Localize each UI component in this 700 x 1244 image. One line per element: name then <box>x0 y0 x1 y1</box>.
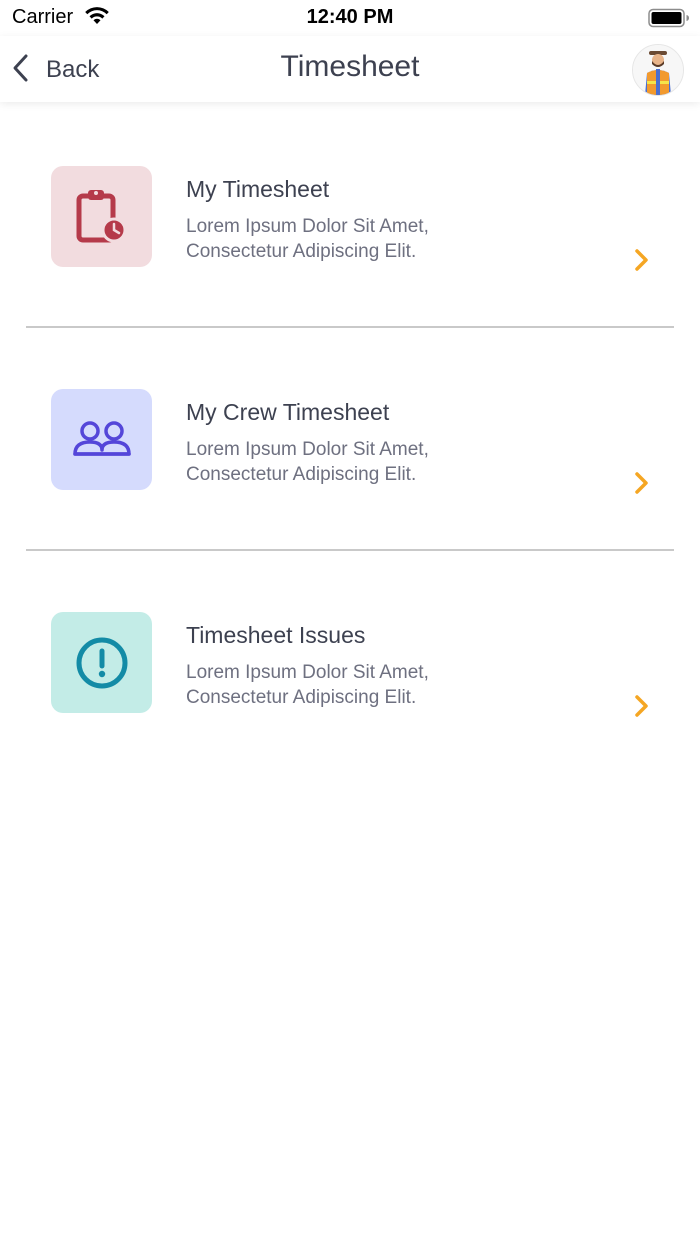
page-title: Timesheet <box>280 50 420 83</box>
clipboard-clock-icon <box>76 189 126 242</box>
menu-item-timesheet-issues[interactable]: Timesheet Issues Lorem Ipsum Dolor Sit A… <box>26 612 674 772</box>
menu-item-my-crew-timesheet[interactable]: My Crew Timesheet Lorem Ipsum Dolor Sit … <box>26 389 674 549</box>
clock: 12:40 PM <box>306 6 394 28</box>
back-button[interactable]: Back <box>10 50 99 90</box>
my-crew-timesheet-tile <box>51 389 152 490</box>
menu-item-title: Timesheet Issues <box>186 622 366 648</box>
exclamation-circle-icon <box>76 637 127 688</box>
chevron-left-icon <box>10 53 32 88</box>
menu-item-description: Lorem Ipsum Dolor Sit Amet, Consectetur … <box>186 216 429 262</box>
my-timesheet-tile <box>51 166 152 267</box>
chevron-right-icon <box>632 692 652 725</box>
battery-icon <box>648 8 690 33</box>
chevron-right-icon <box>632 246 652 279</box>
menu-item-description: Lorem Ipsum Dolor Sit Amet, Consectetur … <box>186 662 429 708</box>
avatar[interactable] <box>632 44 684 96</box>
menu-item-my-timesheet[interactable]: My Timesheet Lorem Ipsum Dolor Sit Amet,… <box>26 166 674 326</box>
navigation-bar: Back Timesheet <box>0 36 700 102</box>
worker-avatar-icon <box>633 45 683 95</box>
divider <box>26 549 674 551</box>
crew-icon <box>72 420 131 456</box>
status-bar: Carrier 12:40 PM <box>0 0 700 36</box>
chevron-right-icon <box>632 469 652 502</box>
back-label: Back <box>46 56 100 83</box>
divider <box>26 326 674 328</box>
menu-item-description: Lorem Ipsum Dolor Sit Amet, Consectetur … <box>186 439 429 485</box>
timesheet-issues-tile <box>51 612 152 713</box>
menu-item-title: My Timesheet <box>186 176 330 202</box>
menu-item-title: My Crew Timesheet <box>186 399 390 425</box>
